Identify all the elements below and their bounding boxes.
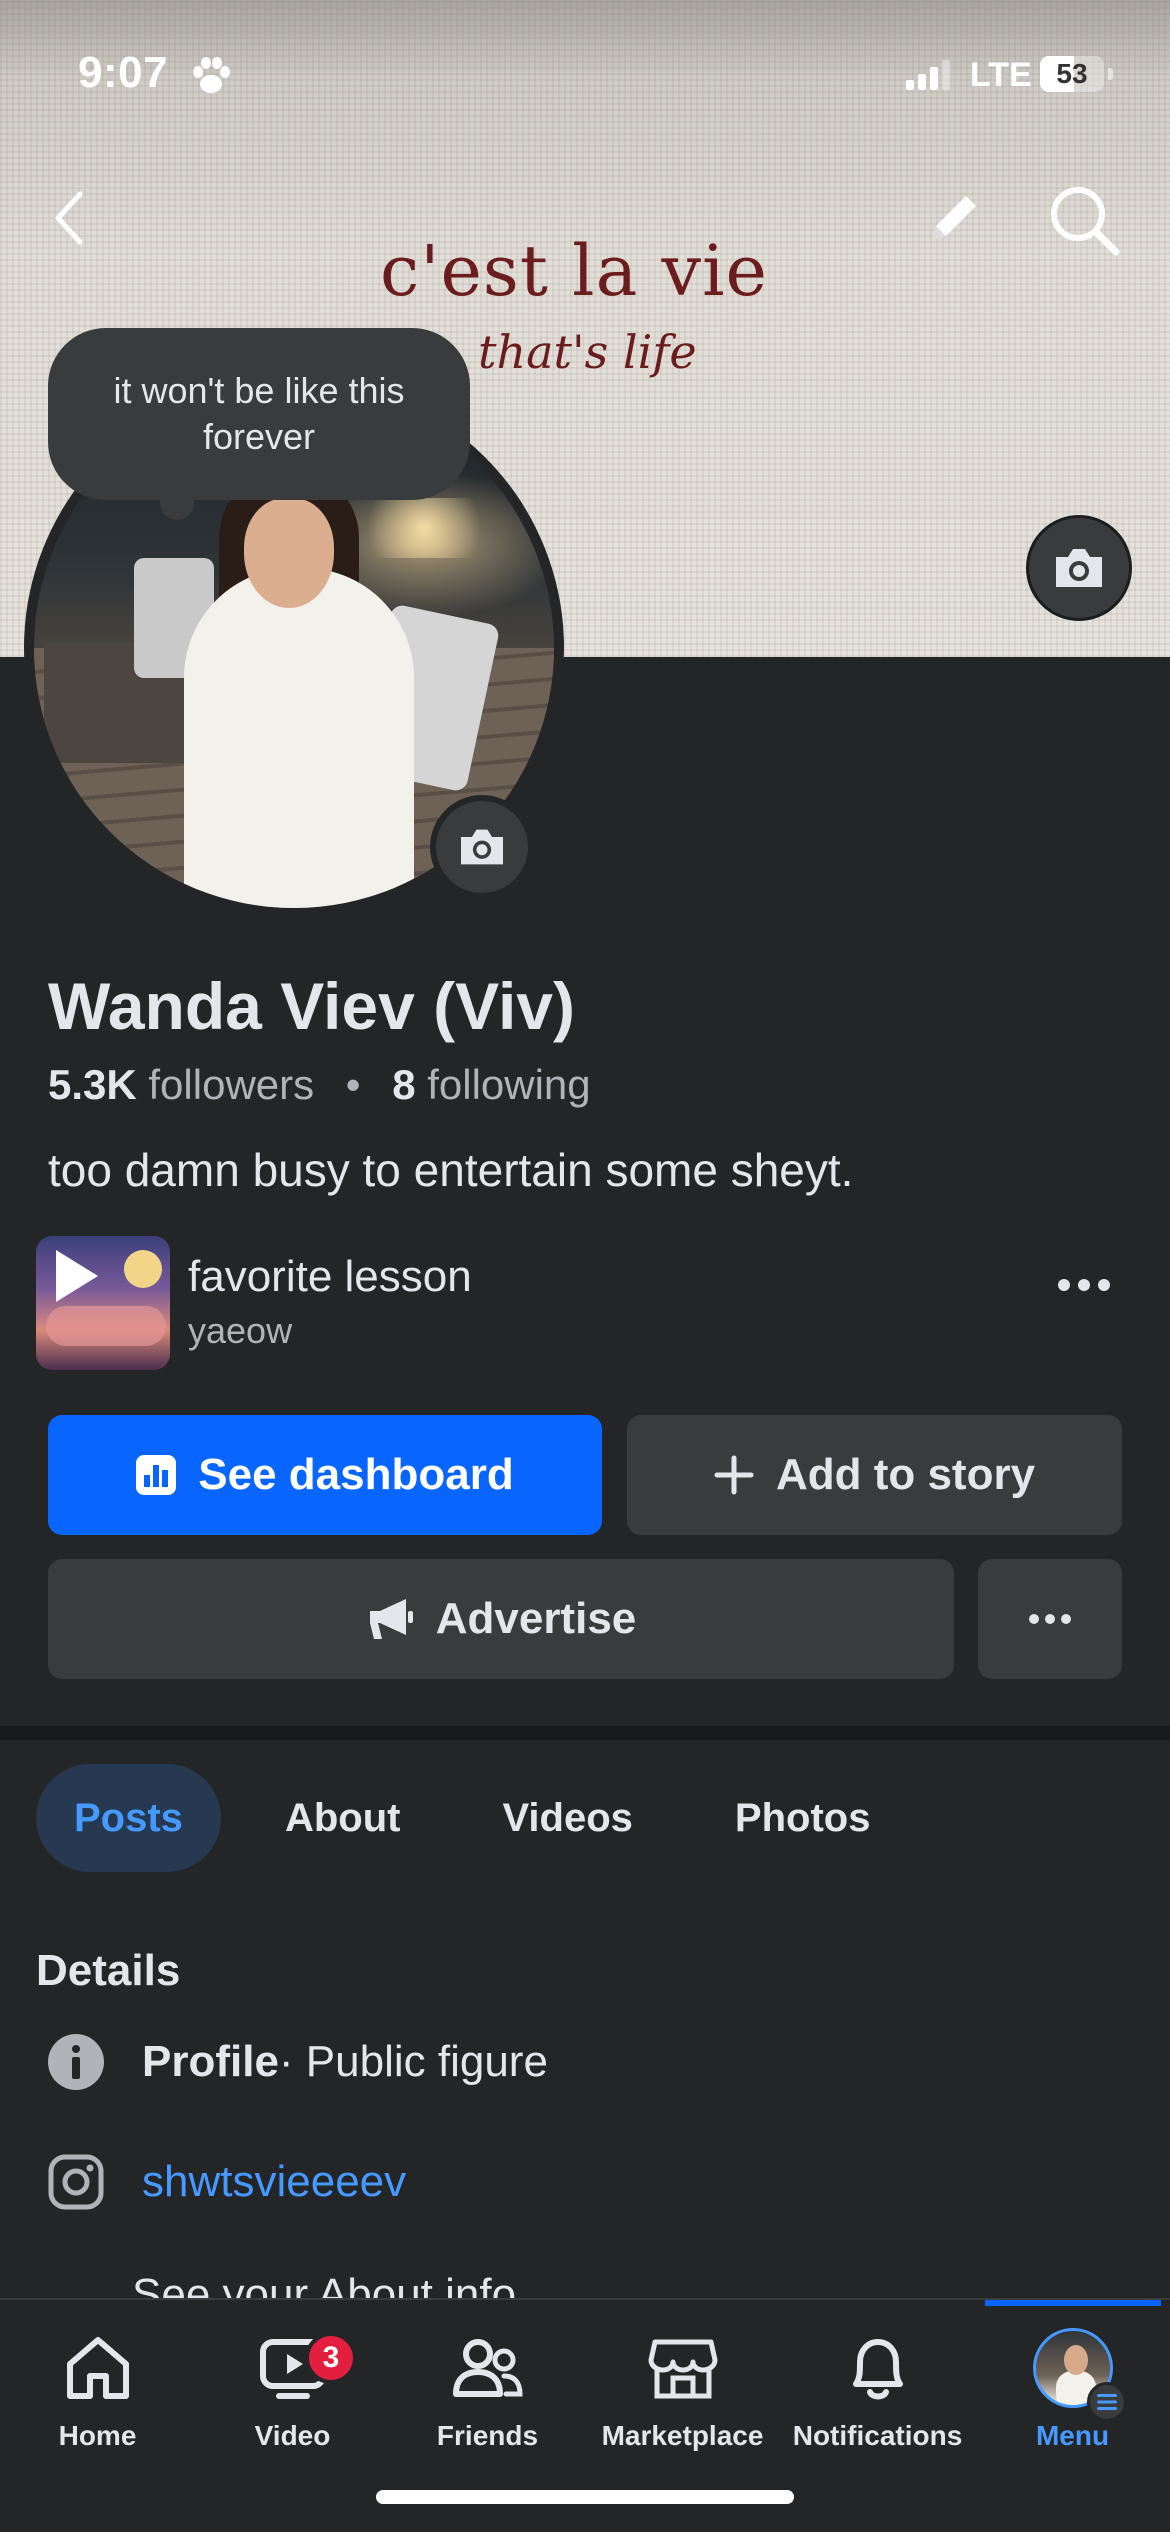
see-dashboard-button[interactable]: See dashboard (48, 1415, 602, 1535)
profile-note[interactable]: it won't be like this forever (48, 328, 470, 500)
nav-notifications[interactable]: Notifications (780, 2326, 975, 2452)
more-options-icon (1029, 1614, 1071, 1624)
nav-home[interactable]: Home (0, 2326, 195, 2452)
dashboard-chart-icon (136, 1455, 177, 1495)
tab-posts[interactable]: Posts (36, 1764, 221, 1872)
more-options-icon[interactable] (1056, 1276, 1112, 1294)
signal-icon (906, 60, 950, 90)
active-tab-indicator (985, 2300, 1161, 2306)
following-label[interactable]: following (427, 1061, 590, 1108)
details-heading: Details (36, 1946, 181, 1995)
stats-separator: • (345, 1061, 361, 1108)
profile-bio: too damn busy to entertain some sheyt. (48, 1144, 854, 1196)
network-type: LTE (970, 56, 1032, 94)
song-title: favorite lesson (188, 1252, 472, 1301)
advertise-button[interactable]: Advertise (48, 1559, 954, 1679)
detail-profile-value: · Public figure (278, 2037, 548, 2086)
friends-icon (452, 2339, 523, 2397)
battery-level: 53 (1056, 58, 1088, 89)
nav-video[interactable]: 3 Video (195, 2326, 390, 2452)
megaphone-icon (369, 1599, 413, 1639)
nav-marketplace[interactable]: Marketplace (585, 2326, 780, 2452)
nav-home-label: Home (58, 2420, 137, 2451)
edit-pencil-icon[interactable] (922, 186, 986, 250)
nav-marketplace-label: Marketplace (601, 2420, 764, 2451)
tab-videos[interactable]: Videos (464, 1764, 670, 1872)
play-icon[interactable] (50, 1246, 102, 1306)
tab-about[interactable]: About (247, 1764, 439, 1872)
detail-profile-category: Profile · Public figure (46, 2032, 548, 2092)
paw-icon (193, 57, 230, 93)
nav-menu-label: Menu (1035, 2420, 1110, 2451)
following-count[interactable]: 8 (392, 1061, 415, 1108)
status-bar: 9:07 LTE 53 (0, 0, 1170, 140)
detail-profile-label: Profile (142, 2037, 279, 2086)
video-notification-badge: 3 (305, 2332, 357, 2384)
search-icon[interactable] (1046, 182, 1122, 258)
see-dashboard-label: See dashboard (198, 1450, 514, 1499)
add-to-story-button[interactable]: Add to story (627, 1415, 1122, 1535)
profile-name: Wanda Viev (Viv) (48, 969, 575, 1043)
camera-icon (461, 829, 503, 865)
home-icon (66, 2337, 129, 2399)
battery-icon: 53 (1040, 56, 1104, 92)
instagram-handle-link[interactable]: shwtsvieeeev (142, 2157, 406, 2207)
followers-count[interactable]: 5.3K (48, 1061, 137, 1108)
info-icon (48, 2034, 104, 2090)
home-indicator (376, 2490, 794, 2504)
tab-photos[interactable]: Photos (697, 1764, 909, 1872)
instagram-icon (48, 2154, 104, 2210)
nav-notifications-label: Notifications (792, 2420, 963, 2451)
nav-menu[interactable]: Menu (975, 2326, 1170, 2452)
detail-instagram[interactable]: shwtsvieeeev (46, 2152, 406, 2212)
profile-note-text: it won't be like this forever (113, 370, 405, 457)
marketplace-icon (648, 2339, 717, 2399)
section-divider (0, 1726, 1170, 1740)
song-artist: yaeow (188, 1310, 293, 1351)
nav-video-label: Video (254, 2420, 331, 2451)
followers-label[interactable]: followers (148, 1061, 314, 1108)
cover-title-text: c'est la vie (380, 230, 768, 312)
back-arrow-icon[interactable] (50, 188, 90, 248)
nav-friends[interactable]: Friends (390, 2326, 585, 2452)
profile-tabs: Posts About Videos Photos (36, 1764, 934, 1872)
edit-cover-button[interactable] (1026, 515, 1132, 621)
edit-profile-picture-button[interactable] (430, 795, 534, 899)
nav-friends-label: Friends (436, 2420, 539, 2451)
menu-lines-icon (1087, 2382, 1127, 2422)
cover-subtitle-text: that's life (478, 325, 697, 379)
add-to-story-label: Add to story (775, 1450, 1036, 1499)
status-time: 9:07 (78, 48, 169, 97)
plus-icon (714, 1455, 754, 1495)
profile-music[interactable]: favorite lesson yaeow (36, 1236, 1136, 1370)
profile-stats: 5.3K followers • 8 following (48, 1061, 591, 1109)
advertise-label: Advertise (435, 1594, 637, 1643)
profile-more-button[interactable] (978, 1559, 1122, 1679)
camera-icon (1056, 549, 1102, 587)
bell-icon (852, 2339, 903, 2400)
